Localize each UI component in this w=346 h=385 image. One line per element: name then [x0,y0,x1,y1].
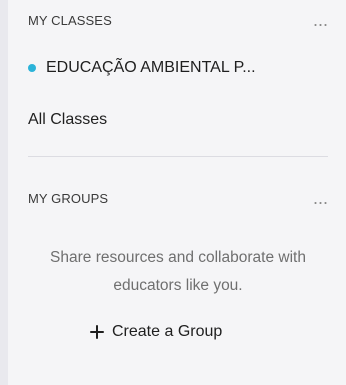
my-groups-more-icon[interactable]: ... [304,189,328,207]
my-groups-header: MY GROUPS ... [28,184,328,212]
my-classes-header: MY CLASSES ... [28,6,328,34]
section-divider [28,156,328,157]
all-classes-link[interactable]: All Classes [28,108,107,132]
groups-description: Share resources and collaborate with edu… [50,249,306,294]
class-color-dot [28,64,36,72]
my-classes-title: MY CLASSES [28,12,112,28]
sidebar-panel: MY CLASSES ... EDUCAÇÃO AMBIENTAL P... A… [0,0,346,385]
create-group-label: Create a Group [112,323,223,340]
my-classes-more-icon[interactable]: ... [304,11,328,29]
plus-icon [90,325,104,339]
my-groups-title: MY GROUPS [28,190,109,206]
class-item-label: EDUCAÇÃO AMBIENTAL P... [46,59,256,76]
left-strip [0,0,8,385]
class-item-educacao-ambiental[interactable]: EDUCAÇÃO AMBIENTAL P... [28,56,328,80]
create-group-button[interactable]: Create a Group [90,318,222,346]
